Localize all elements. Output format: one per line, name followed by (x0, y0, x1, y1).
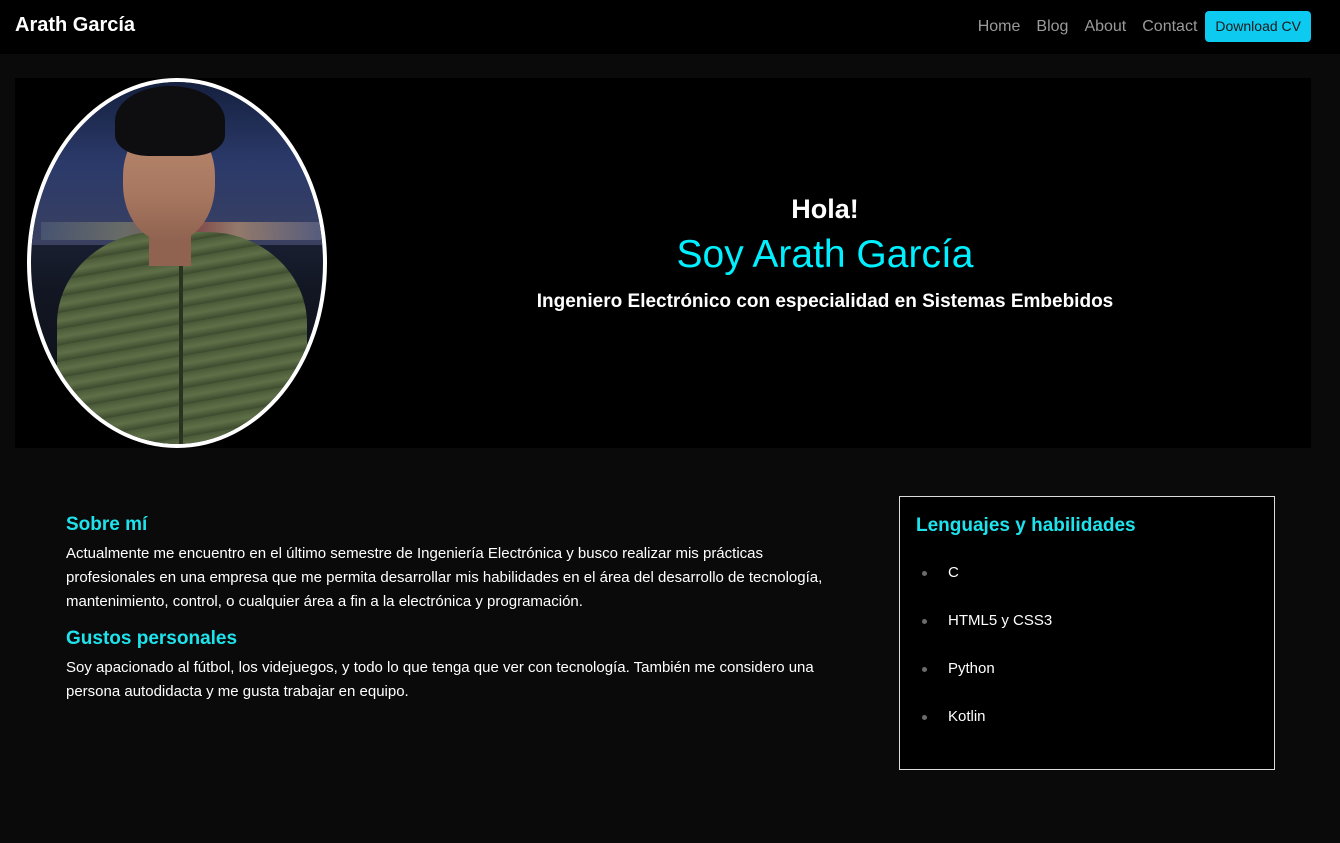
photo-jacket-zip (179, 262, 183, 444)
bullet-icon (922, 715, 927, 720)
skills-item: C (916, 559, 1052, 607)
nav-contact-link[interactable]: Contact (1134, 18, 1205, 36)
skills-item-label: Python (948, 660, 995, 677)
skills-list: C HTML5 y CSS3 Python Kotlin (916, 559, 1052, 751)
download-cv-button[interactable]: Download CV (1205, 11, 1311, 42)
nav-home-link[interactable]: Home (970, 18, 1029, 36)
skills-item: Kotlin (916, 703, 1052, 751)
hero-subtitle: Ingeniero Electrónico con especialidad e… (536, 291, 1114, 312)
about-section: Sobre mí Actualmente me encuentro en el … (66, 514, 846, 704)
nav-about-link[interactable]: About (1076, 18, 1134, 36)
skills-item: HTML5 y CSS3 (916, 607, 1052, 655)
hero-text: Hola! Soy Arath García Ingeniero Electró… (345, 194, 1305, 312)
bullet-icon (922, 571, 927, 576)
hero-greeting: Hola! (791, 194, 859, 224)
skills-title: Lenguajes y habilidades (916, 515, 1136, 536)
photo-hair (115, 86, 225, 156)
skills-card: Lenguajes y habilidades C HTML5 y CSS3 P… (899, 496, 1275, 770)
hero-name: Soy Arath García (676, 233, 974, 276)
hobbies-heading: Gustos personales (66, 628, 238, 649)
hero-section: Hola! Soy Arath García Ingeniero Electró… (15, 78, 1311, 448)
skills-item: Python (916, 655, 1052, 703)
skills-item-label: Kotlin (948, 708, 986, 725)
skills-item-label: HTML5 y CSS3 (948, 612, 1053, 629)
brand-logo[interactable]: Arath García (15, 14, 135, 37)
nav-blog-link[interactable]: Blog (1028, 18, 1076, 36)
skills-item-label: C (948, 564, 959, 581)
bullet-icon (922, 619, 927, 624)
about-text: Actualmente me encuentro en el último se… (66, 545, 823, 610)
bullet-icon (922, 667, 927, 672)
navbar: Arath García Home Blog About Contact Dow… (0, 0, 1340, 54)
about-heading: Sobre mí (66, 514, 148, 535)
profile-photo (27, 78, 327, 448)
nav-links: Home Blog About Contact Download CV (970, 11, 1311, 42)
hobbies-text: Soy apacionado al fútbol, los videjuegos… (66, 659, 814, 700)
